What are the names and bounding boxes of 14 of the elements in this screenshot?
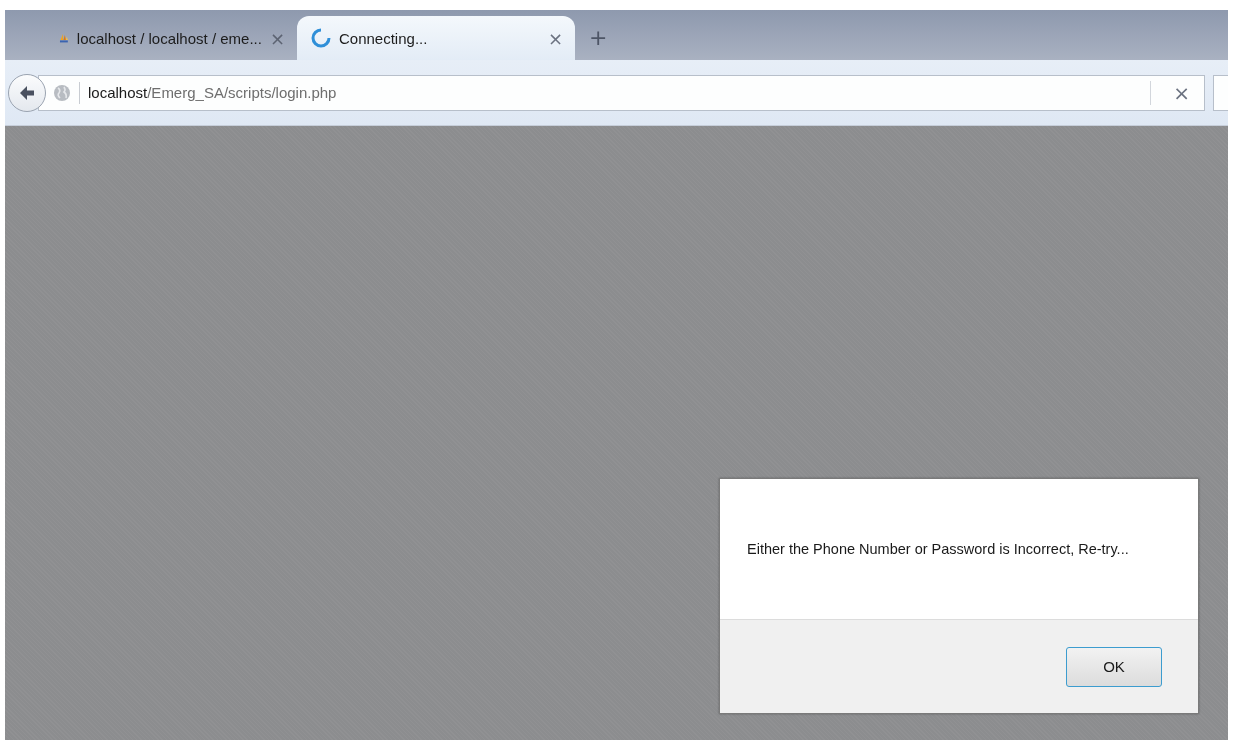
browser-tab[interactable]: localhost / localhost / eme... × [47, 16, 297, 60]
ok-button[interactable]: OK [1066, 646, 1162, 687]
tab-title: localhost / localhost / eme... [76, 29, 262, 47]
url-text: localhost/Emerg_SA/scripts/login.php [88, 84, 337, 101]
globe-icon [53, 83, 71, 102]
clear-button[interactable]: × [1159, 80, 1204, 105]
tab-title: Connecting... [339, 29, 429, 47]
tab-close-button[interactable]: × [547, 27, 563, 49]
search-field[interactable] [1213, 74, 1228, 111]
address-field[interactable]: localhost/Emerg_SA/scripts/login.php × [38, 74, 1205, 111]
loading-spinner-icon [311, 28, 331, 48]
browser-tab[interactable]: Connecting... × [297, 16, 575, 60]
alert-message: Either the Phone Number or Password is Incorrect, Re-try... [747, 541, 1129, 557]
back-button[interactable] [8, 73, 46, 112]
